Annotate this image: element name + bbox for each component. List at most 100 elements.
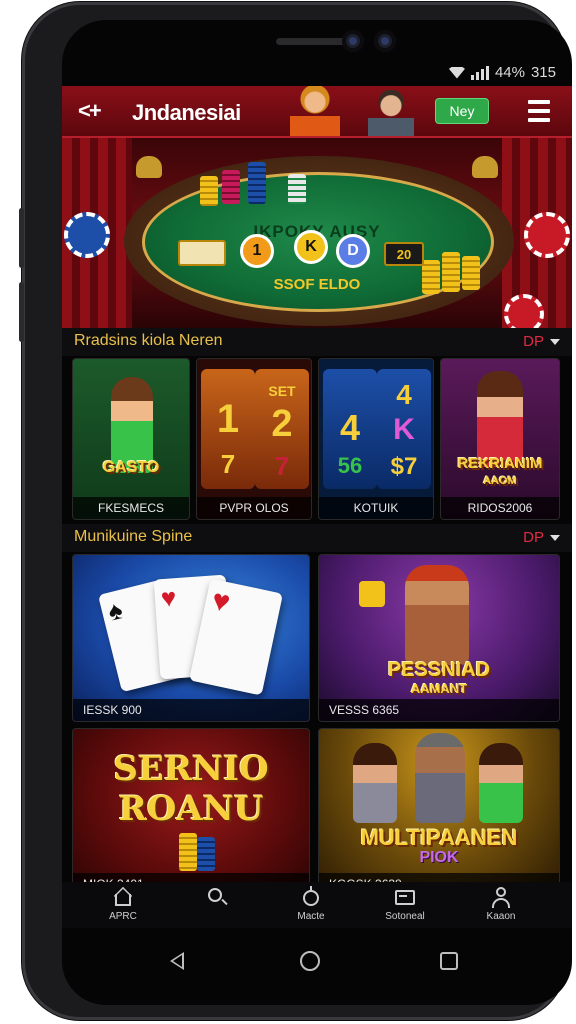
- timer-icon: [300, 886, 322, 908]
- hero-banner[interactable]: IKPOKY AUSY 1 K D 20 SSOF ELDO: [62, 138, 572, 328]
- section-title: Munikuine Spine: [74, 528, 193, 545]
- system-navigation: [62, 938, 572, 988]
- tile-overlay: REKRIANIM: [457, 455, 543, 472]
- search-icon: [206, 886, 228, 908]
- game-tile[interactable]: GASTO FKESMECS: [72, 358, 190, 520]
- nav-item-wallet[interactable]: Sotoneal: [370, 886, 440, 922]
- back-icon[interactable]: [170, 952, 184, 970]
- volume-up-button: [19, 208, 24, 268]
- tile-caption: RIDOS2006: [441, 497, 559, 519]
- sensor: [374, 30, 396, 52]
- game-tile[interactable]: MULTIPAANEN PIOK KGGSK 3638: [318, 728, 560, 896]
- slot-reel: SET 2 7: [255, 369, 309, 489]
- game-tile[interactable]: PESSNIAD AAMANT VESSS 6365: [318, 554, 560, 722]
- nav-item-profile[interactable]: Kaaon: [466, 886, 536, 922]
- status-time: 315: [530, 64, 556, 81]
- chip-stack-icon: [248, 162, 266, 204]
- host-avatar-1: [290, 86, 340, 136]
- chip-stack-icon: [288, 174, 306, 204]
- screen: 44% 315 <+ Jndanesiai Ney IKPOKY AUSY 1 …: [62, 20, 572, 1005]
- bottom-navigation: APRC Macte Sotoneal Kaaon: [62, 882, 572, 928]
- slot-reel: 1 7: [201, 369, 255, 489]
- wallet-icon: [394, 886, 416, 908]
- section-header-2: Munikuine Spine DP: [62, 524, 572, 552]
- chevron-down-icon[interactable]: [550, 535, 560, 541]
- prize-cube-icon: [359, 581, 385, 607]
- chip-stack-icon: [222, 170, 240, 204]
- host-avatar-2: [368, 90, 414, 136]
- tile-overlay: PESSNIAD: [387, 659, 491, 681]
- tile-overlay-sub: ROANU: [118, 789, 264, 829]
- host-figure: [477, 371, 523, 467]
- tile-overlay: SERNIO: [113, 749, 269, 789]
- top-app-bar: <+ Jndanesiai Ney: [62, 86, 572, 138]
- nav-label: Sotoneal: [385, 911, 425, 922]
- brand-name[interactable]: Jndanesiai: [132, 100, 241, 126]
- section-header-1: Rradsins kiola Neren DP: [62, 328, 572, 356]
- section-title: Rradsins kiola Neren: [74, 332, 223, 349]
- game-tile[interactable]: 4 56 4 K $7 KOTUIK: [318, 358, 434, 520]
- lamp-icon: [472, 156, 498, 178]
- tile-caption: VESSS 6365: [319, 699, 559, 721]
- chevron-down-icon[interactable]: [550, 339, 560, 345]
- game-tile[interactable]: ♠ ♥ ♥ IESSK 900: [72, 554, 310, 722]
- player-figure: [405, 565, 469, 665]
- token-1: 1: [240, 234, 274, 268]
- chip-icon: [64, 212, 110, 258]
- home-circle-icon[interactable]: [300, 951, 320, 971]
- chip-stack-icon: [442, 252, 460, 292]
- nav-item-home[interactable]: APRC: [88, 886, 158, 922]
- game-tile[interactable]: 1 7 SET 2 7 PVPR OLOS: [196, 358, 312, 520]
- table-subtitle: SSOF ELDO: [273, 276, 361, 293]
- card-icon: [178, 240, 226, 266]
- chip-stack-icon: [179, 833, 197, 871]
- chip-icon: [524, 212, 570, 258]
- slot-reel: 4 56: [323, 369, 377, 489]
- wifi-icon: [448, 66, 465, 79]
- volume-down-button: [19, 282, 24, 342]
- nav-item-timer[interactable]: Macte: [276, 886, 346, 922]
- front-camera: [342, 30, 364, 52]
- chip-label: 20: [384, 242, 424, 266]
- token-k: K: [294, 230, 328, 264]
- tile-overlay: GASTO: [102, 459, 160, 476]
- slot-reel: 4 K $7: [377, 369, 431, 489]
- earpiece-speaker: [276, 38, 348, 45]
- logo-icon[interactable]: <+: [78, 98, 102, 124]
- game-tile[interactable]: SERNIO ROANU MIOK 3401: [72, 728, 310, 896]
- section-filter[interactable]: DP: [523, 333, 544, 350]
- token-d: D: [336, 234, 370, 268]
- recents-icon[interactable]: [440, 952, 458, 970]
- tile-overlay-sub: PIOK: [419, 849, 459, 866]
- tile-caption: KOTUIK: [319, 497, 433, 519]
- chip-icon: [504, 294, 544, 328]
- nav-item-search[interactable]: [182, 886, 252, 911]
- game-tile[interactable]: REKRIANIM AAOM RIDOS2006: [440, 358, 560, 520]
- nav-label: APRC: [109, 911, 137, 922]
- signal-icon: [470, 65, 489, 80]
- battery-level: 44%: [494, 64, 525, 81]
- lamp-icon: [136, 156, 162, 178]
- status-bar: 44% 315: [448, 64, 556, 81]
- section-filter[interactable]: DP: [523, 529, 544, 546]
- tile-caption: IESSK 900: [73, 699, 309, 721]
- chip-stack-icon: [422, 260, 440, 294]
- chip-stack-icon: [200, 176, 218, 206]
- chip-stack-icon: [462, 256, 480, 290]
- chip-stack-icon: [197, 837, 215, 871]
- tile-caption: PVPR OLOS: [197, 497, 311, 519]
- phone-frame: 44% 315 <+ Jndanesiai Ney IKPOKY AUSY 1 …: [19, 2, 572, 1020]
- player-figure: [479, 743, 523, 823]
- new-button[interactable]: Ney: [435, 98, 489, 124]
- nav-label: Kaaon: [486, 911, 516, 922]
- tile-overlay-sub: AAMANT: [410, 681, 468, 696]
- tile-overlay: MULTIPAANEN: [360, 825, 518, 850]
- player-figure: [415, 733, 465, 823]
- player-figure: [353, 743, 397, 823]
- tile-overlay-sub: AAOM: [483, 475, 517, 487]
- profile-icon: [490, 886, 512, 908]
- hamburger-menu-icon[interactable]: [528, 100, 550, 122]
- nav-label: Macte: [297, 911, 325, 922]
- tile-caption: FKESMECS: [73, 497, 189, 519]
- home-icon: [112, 886, 134, 908]
